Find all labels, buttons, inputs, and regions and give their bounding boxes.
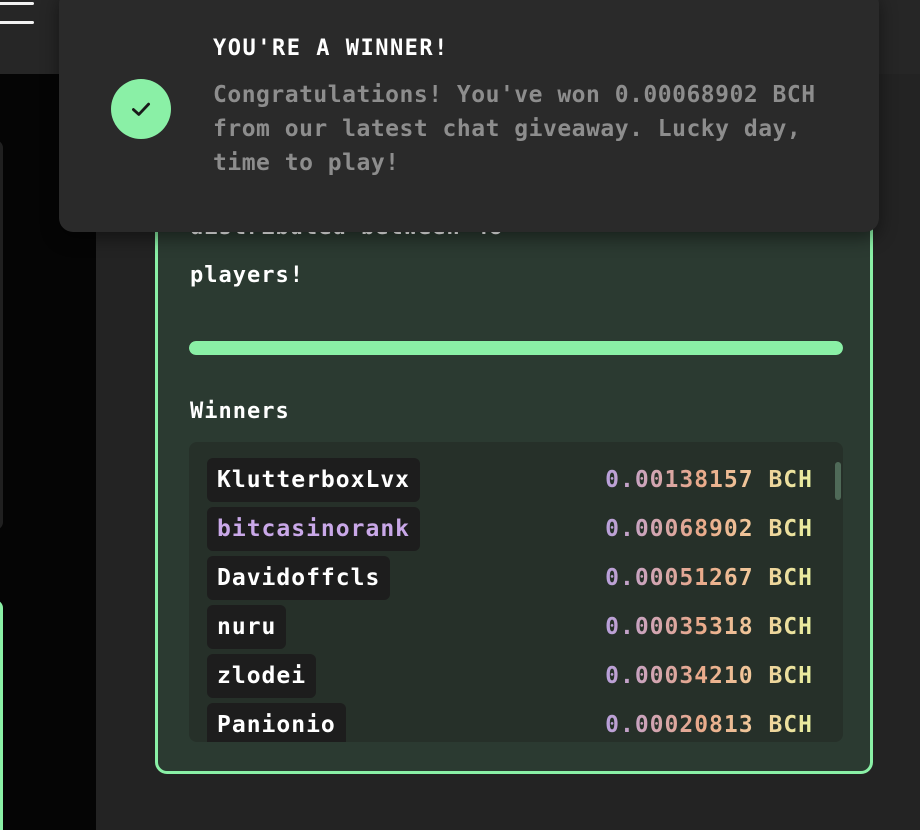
winner-amount: 0.00068902 BCH — [605, 507, 813, 551]
winner-name[interactable]: Davidoffcls — [207, 556, 391, 600]
winner-amount: 0.00035318 BCH — [605, 605, 813, 649]
winner-name[interactable]: bitcasinorank — [207, 507, 421, 551]
hamburger-menu-icon[interactable] — [0, 0, 36, 28]
left-sidebar-card — [0, 140, 3, 530]
winner-row: Davidoffcls 0.00051267 BCH — [207, 556, 823, 600]
giveaway-progress-bar — [189, 341, 843, 355]
winner-row: bitcasinorank 0.00068902 BCH — [207, 507, 823, 551]
winner-toast[interactable]: YOU'RE A WINNER! Congratulations! You've… — [59, 0, 879, 232]
winner-amount: 0.00051267 BCH — [605, 556, 813, 600]
left-sidebar-accent-card — [0, 600, 3, 830]
page: distributed between 48 players! Winners … — [0, 0, 920, 830]
winners-heading: Winners — [190, 399, 290, 424]
winner-row: nuru 0.00035318 BCH — [207, 605, 823, 649]
winner-amount: 0.00138157 BCH — [605, 458, 813, 502]
toast-title: YOU'RE A WINNER! — [213, 36, 449, 61]
toast-message: Congratulations! You've won 0.00068902 B… — [213, 82, 816, 176]
winner-amount: 0.00034210 BCH — [605, 654, 813, 698]
winner-amount: 0.00020813 BCH — [605, 703, 813, 742]
giveaway-progress-fill — [189, 341, 843, 355]
check-icon-glyph — [132, 102, 150, 116]
winners-scrollbar[interactable] — [835, 462, 841, 500]
winner-row: KlutterboxLvx 0.00138157 BCH — [207, 458, 823, 502]
winner-row: zlodei 0.00034210 BCH — [207, 654, 823, 698]
winner-row: Panionio 0.00020813 BCH — [207, 703, 823, 742]
giveaway-description: players! — [190, 263, 304, 288]
winner-name[interactable]: KlutterboxLvx — [207, 458, 421, 502]
winner-name[interactable]: zlodei — [207, 654, 317, 698]
winner-name[interactable]: nuru — [207, 605, 287, 649]
winners-list[interactable]: KlutterboxLvx 0.00138157 BCH bitcasinorank… — [189, 442, 843, 742]
giveaway-card: distributed between 48 players! Winners … — [155, 160, 873, 774]
check-icon — [111, 79, 171, 139]
winner-name[interactable]: Panionio — [207, 703, 346, 742]
